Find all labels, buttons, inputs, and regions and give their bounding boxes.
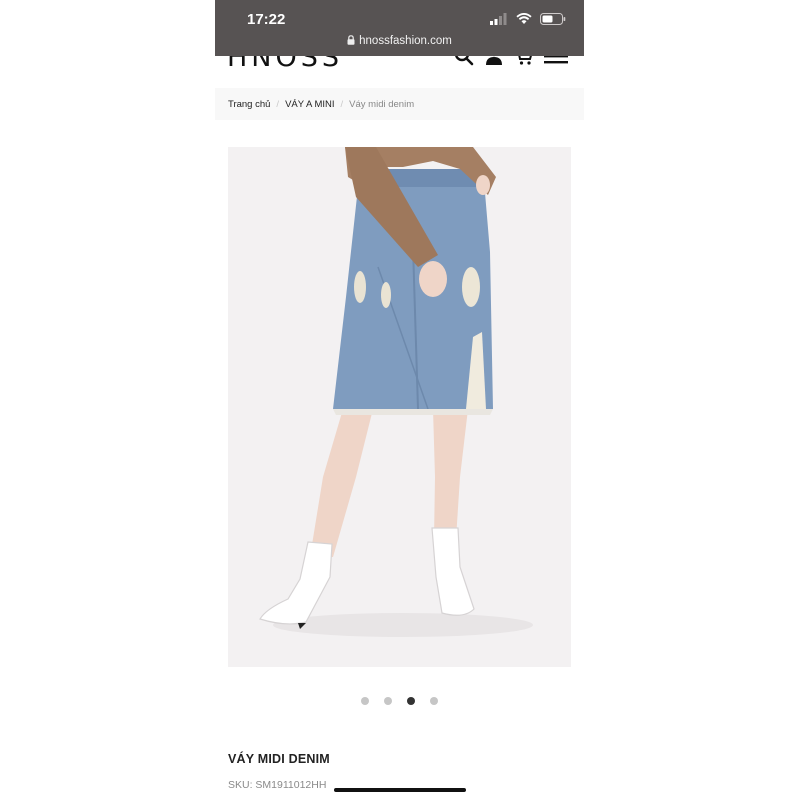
gallery-dot[interactable] — [384, 697, 392, 705]
product-image[interactable] — [228, 147, 571, 667]
home-indicator[interactable] — [334, 788, 466, 792]
battery-icon — [540, 12, 566, 30]
lock-icon — [347, 35, 355, 48]
breadcrumb-category[interactable]: VÁY A MINI — [285, 99, 334, 110]
breadcrumb-separator: / — [340, 98, 344, 110]
product-title: VÁY MIDI DENIM — [228, 752, 330, 766]
address-bar[interactable]: hnossfashion.com — [215, 35, 584, 48]
wifi-icon — [516, 12, 532, 30]
product-sku: SKU: SM1911012HH — [228, 779, 327, 791]
status-icons — [490, 12, 566, 30]
breadcrumb: Trang chủ / VÁY A MINI / Váy midi denim — [215, 88, 584, 120]
status-time: 17:22 — [247, 11, 286, 28]
status-bar: 17:22 hnossfashion.com — [215, 0, 584, 56]
gallery-dot-active[interactable] — [407, 697, 415, 705]
breadcrumb-home[interactable]: Trang chủ — [228, 99, 270, 110]
signal-icon — [490, 12, 508, 30]
gallery-pagination — [215, 697, 584, 705]
gallery-dot[interactable] — [430, 697, 438, 705]
breadcrumb-separator: / — [276, 98, 280, 110]
url-text: hnossfashion.com — [359, 35, 452, 47]
breadcrumb-current: Váy midi denim — [349, 98, 415, 110]
gallery-dot[interactable] — [361, 697, 369, 705]
mobile-screen: HNOSS 17:22 hnossfashion.com Trang chủ /… — [215, 0, 584, 800]
